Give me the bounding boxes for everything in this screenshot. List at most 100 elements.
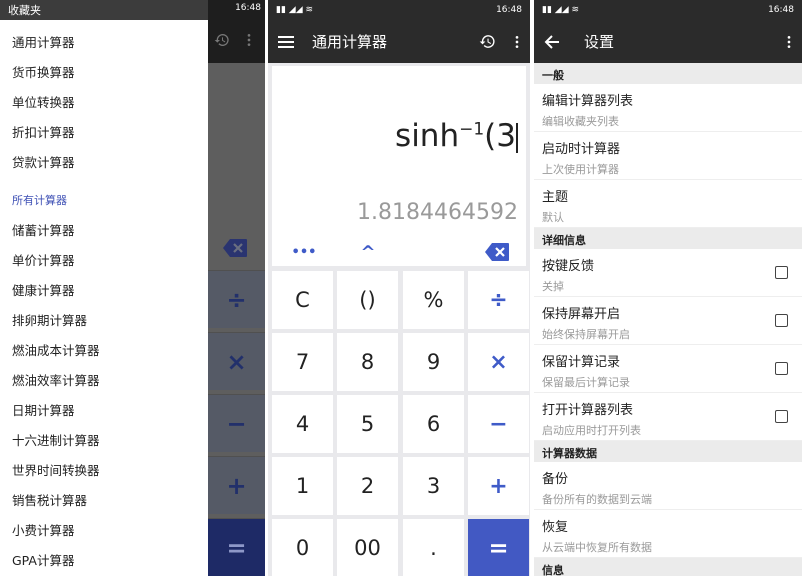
setting-open-list[interactable]: 打开计算器列表 启动应用时打开列表 (534, 393, 802, 441)
dimmed-calculator: 16:48 ÷ × − + = (208, 0, 265, 576)
drawer-item-fav-2[interactable]: 单位转换器 (12, 92, 75, 111)
key-4[interactable]: 4 (272, 395, 333, 453)
drawer-item-4[interactable]: 燃油成本计算器 (12, 340, 100, 359)
drawer-item-9[interactable]: 销售税计算器 (12, 490, 87, 509)
setting-keep-history[interactable]: 保留计算记录 保留最后计算记录 (534, 345, 802, 393)
settings-category-info: 信息 (534, 558, 802, 576)
key-parentheses[interactable]: () (337, 271, 398, 329)
keep-screen-on-checkbox[interactable] (775, 314, 788, 327)
key-6[interactable]: 6 (403, 395, 464, 453)
key-3[interactable]: 3 (403, 457, 464, 515)
more-vert-icon[interactable] (786, 34, 792, 50)
key-1[interactable]: 1 (272, 457, 333, 515)
dimmed-status-time: 16:48 (235, 3, 261, 13)
settings-title: 设置 (584, 33, 615, 51)
backspace-icon (484, 242, 510, 262)
drawer-item-6[interactable]: 日期计算器 (12, 400, 75, 419)
setting-title: 主题 (542, 190, 569, 205)
drawer-item-fav-3[interactable]: 折扣计算器 (12, 122, 75, 141)
dimmed-key-equals: = (208, 518, 265, 576)
drawer-item-1[interactable]: 单价计算器 (12, 250, 75, 269)
expression-tail: (3 (484, 118, 516, 154)
key-9[interactable]: 9 (403, 333, 464, 391)
setting-subtitle: 上次使用计算器 (542, 163, 619, 176)
key-clear[interactable]: C (272, 271, 333, 329)
history-icon[interactable] (479, 33, 496, 50)
drawer-panel: 收藏夹 通用计算器 货币换算器 单位转换器 折扣计算器 贷款计算器 所有计算器 … (0, 0, 208, 576)
setting-title: 备份 (542, 472, 569, 487)
key-8[interactable]: 8 (337, 333, 398, 391)
expression[interactable]: sinh−1(3 (395, 118, 518, 154)
setting-keep-screen-on[interactable]: 保持屏幕开启 始终保持屏幕开启 (534, 297, 802, 345)
setting-edit-list[interactable]: 编辑计算器列表 编辑收藏夹列表 (534, 84, 802, 132)
drawer-item-10[interactable]: 小费计算器 (12, 520, 75, 539)
settings-category-data: 计算器数据 (534, 441, 802, 462)
key-equals[interactable]: = (468, 519, 529, 576)
drawer-item-11[interactable]: GPA计算器 (12, 550, 74, 569)
setting-backup[interactable]: 备份 备份所有的数据到云端 (534, 462, 802, 510)
drawer-item-fav-1[interactable]: 货币换算器 (12, 62, 75, 81)
key-0[interactable]: 0 (272, 519, 333, 576)
setting-subtitle: 关掉 (542, 280, 564, 293)
dimmed-key-plus: + (208, 456, 265, 514)
key-percent[interactable]: % (403, 271, 464, 329)
drawer-item-8[interactable]: 世界时间转换器 (12, 460, 100, 479)
setting-subtitle: 默认 (542, 211, 564, 224)
dimmed-key-divide: ÷ (208, 270, 265, 328)
drawer-item-3[interactable]: 排卵期计算器 (12, 310, 87, 329)
key-7[interactable]: 7 (272, 333, 333, 391)
history-icon (214, 32, 230, 48)
drawer-item-5[interactable]: 燃油效率计算器 (12, 370, 100, 389)
key-plus[interactable]: + (468, 457, 529, 515)
key-minus[interactable]: − (468, 395, 529, 453)
calc-display[interactable]: sinh−1(3 1.8184464592 ••• ^ (272, 66, 526, 266)
expression-sup: −1 (459, 119, 485, 140)
settings-panel: ▮▮ ◢◢ ≋ 16:48 设置 一般 编辑计算器列表 编辑收藏夹列表 启动时计… (534, 0, 802, 576)
signal-icon: ▮▮ ◢◢ ≋ (542, 5, 580, 15)
setting-subtitle: 编辑收藏夹列表 (542, 115, 619, 128)
drawer-item-fav-0[interactable]: 通用计算器 (12, 32, 75, 51)
setting-restore[interactable]: 恢复 从云端中恢复所有数据 (534, 510, 802, 558)
calc-status-bar: ▮▮ ◢◢ ≋ 16:48 (268, 0, 530, 20)
arrow-left-icon[interactable] (544, 34, 560, 50)
setting-title: 按键反馈 (542, 259, 595, 274)
hamburger-icon[interactable] (278, 35, 294, 49)
setting-subtitle: 从云端中恢复所有数据 (542, 541, 652, 554)
calculator-panel: ▮▮ ◢◢ ≋ 16:48 通用计算器 sinh−1(3 1.818446459… (268, 0, 530, 576)
power-button[interactable]: ^ (336, 238, 400, 266)
text-cursor (516, 122, 518, 153)
setting-title: 启动时计算器 (542, 142, 621, 157)
setting-title: 保留计算记录 (542, 355, 621, 370)
key-divide[interactable]: ÷ (468, 271, 529, 329)
setting-title: 编辑计算器列表 (542, 94, 634, 109)
drawer-item-fav-4[interactable]: 贷款计算器 (12, 152, 75, 171)
setting-key-feedback[interactable]: 按键反馈 关掉 (534, 249, 802, 297)
dimmed-app-bar: 16:48 (208, 0, 265, 63)
key-00[interactable]: 00 (337, 519, 398, 576)
setting-start-calculator[interactable]: 启动时计算器 上次使用计算器 (534, 132, 802, 180)
key-5[interactable]: 5 (337, 395, 398, 453)
keep-history-checkbox[interactable] (775, 362, 788, 375)
drawer-section-title: 所有计算器 (12, 194, 67, 207)
key-2[interactable]: 2 (337, 457, 398, 515)
drawer-item-7[interactable]: 十六进制计算器 (12, 430, 100, 449)
key-decimal[interactable]: . (403, 519, 464, 576)
key-multiply[interactable]: × (468, 333, 529, 391)
settings-status-bar: ▮▮ ◢◢ ≋ 16:48 (534, 0, 802, 20)
more-functions-button[interactable]: ••• (272, 238, 336, 266)
settings-category-general: 一般 (534, 63, 802, 84)
drawer-item-0[interactable]: 储蓄计算器 (12, 220, 75, 239)
drawer-item-2[interactable]: 健康计算器 (12, 280, 75, 299)
drawer-status-bar: 收藏夹 (0, 0, 208, 20)
backspace-icon (222, 238, 248, 258)
settings-app-bar: 设置 (534, 20, 802, 63)
dimmed-key-minus: − (208, 394, 265, 452)
setting-theme[interactable]: 主题 默认 (534, 180, 802, 228)
drawer-top-item[interactable]: 收藏夹 (8, 4, 41, 17)
open-list-checkbox[interactable] (775, 410, 788, 423)
calc-title: 通用计算器 (312, 33, 388, 51)
more-vert-icon[interactable] (514, 34, 520, 50)
backspace-button[interactable] (468, 238, 526, 266)
key-feedback-checkbox[interactable] (775, 266, 788, 279)
setting-title: 恢复 (542, 520, 569, 535)
